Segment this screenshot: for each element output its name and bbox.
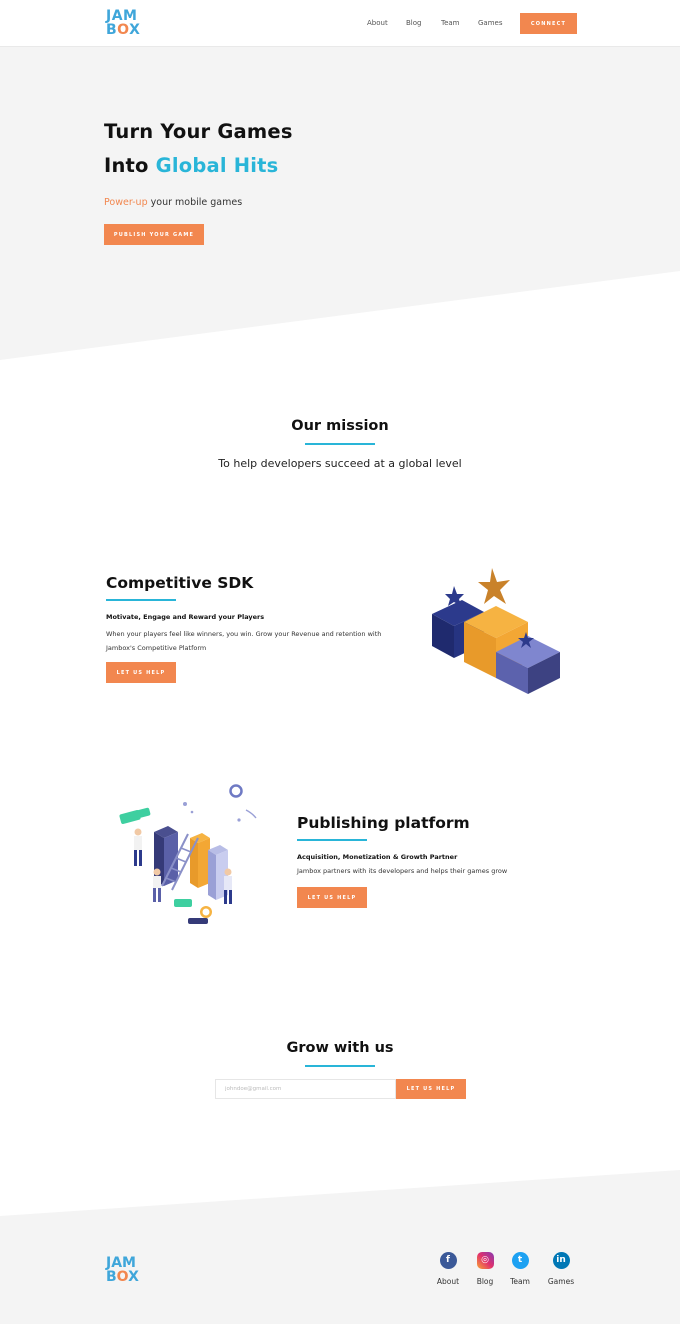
footer-team-link[interactable]: t Team [500,1252,540,1286]
footer-blog-link[interactable]: ◎ Blog [465,1252,505,1286]
publishing-let-us-help-button[interactable]: LET US HELP [297,887,367,908]
twitter-icon[interactable]: t [511,1252,529,1269]
grow-underline [305,1065,375,1067]
site-header: JAM BOX About Blog Team Games CONNECT [0,0,680,47]
sdk-underline [106,599,176,601]
hero-title-line1: Turn Your Games [104,120,293,143]
grow-title: Grow with us [286,1040,394,1056]
footer-about-link[interactable]: f About [428,1252,468,1286]
publishing-subheading: Acquisition, Monetization & Growth Partn… [297,853,458,861]
linkedin-icon[interactable]: in [552,1252,570,1269]
nav-team-link[interactable]: Team [441,19,460,27]
mission-underline [305,443,375,445]
footer-team-label: Team [510,1277,530,1286]
nav-games-link[interactable]: Games [478,19,503,27]
sdk-description: When your players feel like winners, you… [106,630,382,652]
footer-jambox-logo[interactable]: JAM BOX [106,1256,144,1286]
publishing-underline [297,839,367,841]
footer-blog-label: Blog [476,1277,494,1286]
nav-blog-link[interactable]: Blog [406,19,421,27]
hero-subtitle: Power-up your mobile games [104,197,243,208]
hero-section [0,47,680,360]
sdk-subheading: Motivate, Engage and Reward your Players [106,613,265,621]
facebook-icon[interactable]: f [439,1252,457,1269]
footer-games-label: Games [547,1277,575,1286]
site-footer [0,1170,680,1324]
publish-your-game-button[interactable]: PUBLISH YOUR GAME [104,224,204,245]
footer-games-link[interactable]: in Games [541,1252,581,1286]
publishing-title: Publishing platform [297,814,470,832]
grow-let-us-help-button[interactable]: LET US HELP [396,1079,466,1099]
nav-about-link[interactable]: About [367,19,388,27]
footer-about-label: About [436,1277,460,1286]
connect-button[interactable]: CONNECT [520,13,577,34]
podium-illustration [432,568,560,694]
mission-title: Our mission [291,418,389,434]
publishing-illustration [119,784,257,924]
sdk-title: Competitive SDK [106,574,254,592]
jambox-logo[interactable]: JAM BOX [106,9,144,39]
email-input[interactable] [215,1079,396,1099]
publishing-description: Jambox partners with its developers and … [297,867,508,875]
hero-title-line2: Into Global Hits [104,154,279,177]
mission-text: To help developers succeed at a global l… [218,457,462,470]
instagram-icon[interactable]: ◎ [476,1252,494,1269]
sdk-let-us-help-button[interactable]: LET US HELP [106,662,176,683]
